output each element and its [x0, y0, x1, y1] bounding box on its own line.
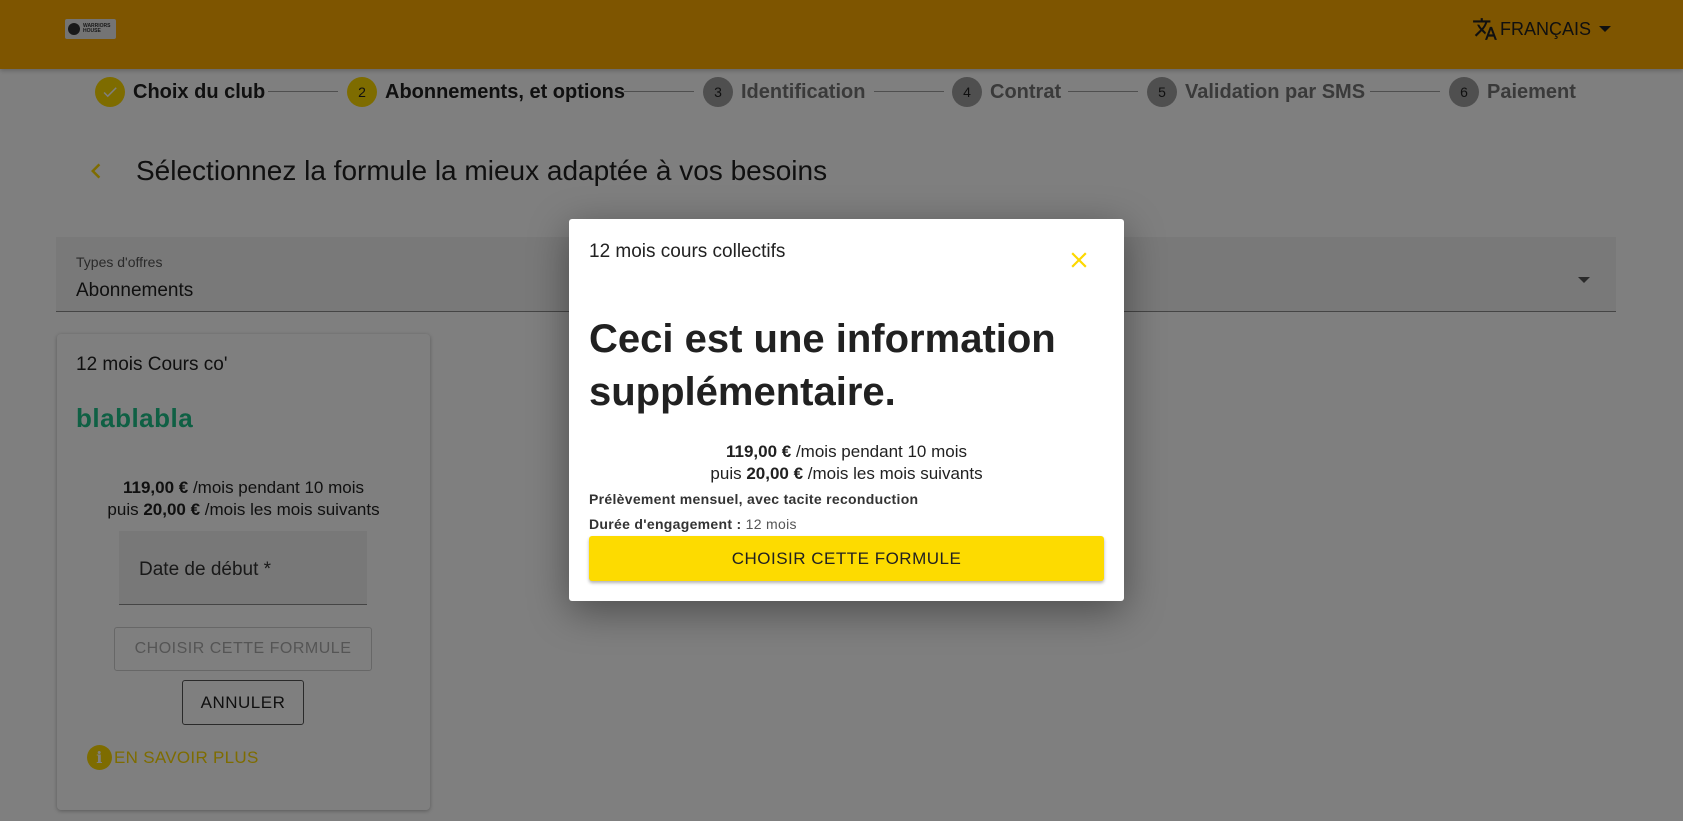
choose-formula-button[interactable]: CHOISIR CETTE FORMULE	[589, 536, 1104, 581]
dialog-title: 12 mois cours collectifs	[589, 241, 786, 262]
price-then-prefix: puis	[710, 464, 747, 483]
price-first-suffix: /mois pendant 10 mois	[791, 442, 967, 461]
offer-info-dialog: 12 mois cours collectifs Ceci est une in…	[569, 219, 1124, 601]
price-then: 20,00 €	[746, 464, 804, 483]
close-icon[interactable]	[1064, 245, 1094, 275]
price-first: 119,00 €	[725, 442, 792, 461]
billing-note: Prélèvement mensuel, avec tacite recondu…	[589, 491, 919, 507]
dialog-price: 119,00 € /mois pendant 10 mois puis 20,0…	[569, 441, 1124, 485]
price-then-suffix: /mois les mois suivants	[803, 464, 983, 483]
duration-label: Durée d'engagement :	[589, 516, 742, 532]
dialog-info-heading: Ceci est une information supplémentaire.	[589, 317, 1056, 414]
duration-value: 12 mois	[741, 516, 797, 532]
commitment-duration: Durée d'engagement : 12 mois	[589, 516, 797, 532]
